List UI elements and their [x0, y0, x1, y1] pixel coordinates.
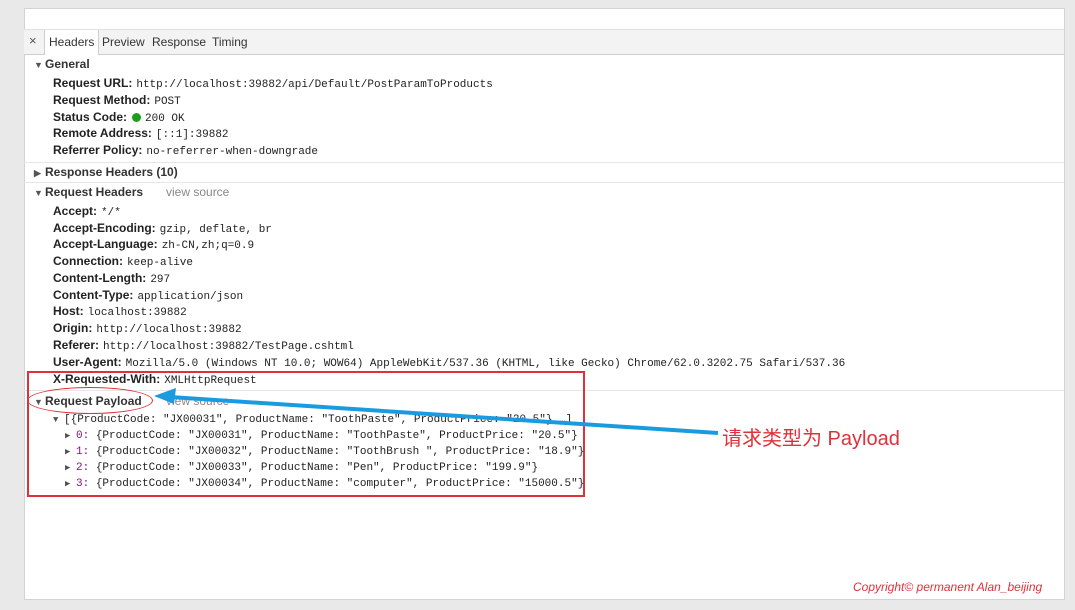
- arrow-annotation: [0, 0, 1075, 610]
- annotation-label: 请求类型为 Payload: [722, 422, 900, 451]
- arrow-head-icon: [154, 388, 176, 404]
- arrow-shaft: [170, 397, 718, 433]
- copyright-watermark: Copyright© permanent Alan_beijing: [853, 580, 1042, 594]
